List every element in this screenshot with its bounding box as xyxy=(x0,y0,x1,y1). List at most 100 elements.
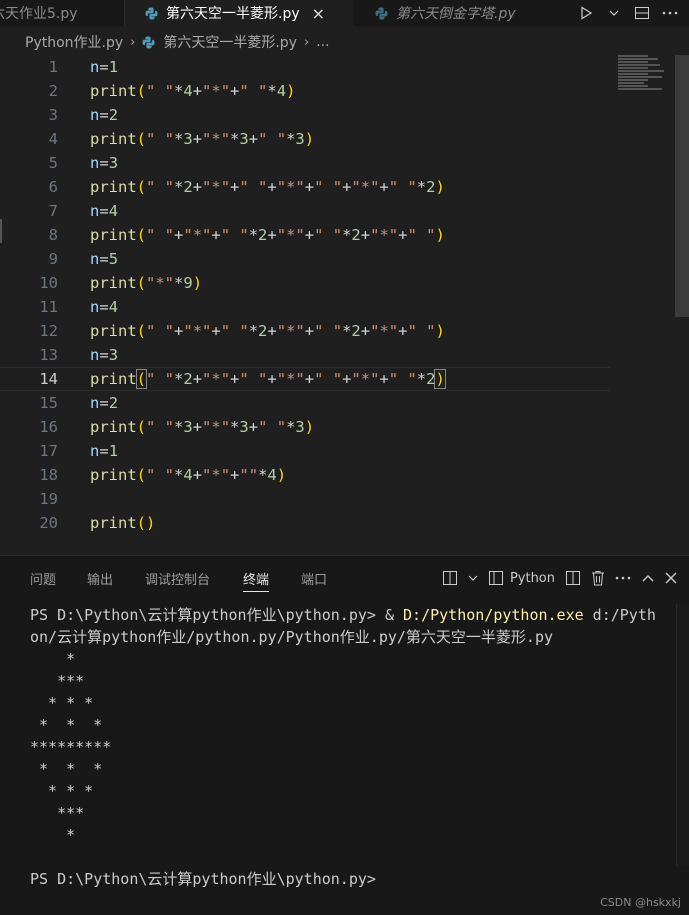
code-line: 3 n=2 xyxy=(0,103,610,127)
run-icon[interactable] xyxy=(577,4,595,22)
terminal-line: * * * xyxy=(30,716,103,734)
code-line: 6 print(" "*2+"*"+" "+"*"+" "+"*"+" "*2) xyxy=(0,175,610,199)
code-line: 4 print(" "*3+"*"*3+" "*3) xyxy=(0,127,610,151)
code-text: print(" "+"*"+" "*2+"*"+" "*2+"*"+" ") xyxy=(90,226,445,244)
chevron-down-icon[interactable] xyxy=(468,566,478,590)
code-line: 15 n=2 xyxy=(0,391,610,415)
tab-ports[interactable]: 端口 xyxy=(301,569,327,588)
maximize-panel-icon[interactable] xyxy=(641,566,655,590)
terminal-output[interactable]: PS D:\Python\云计算python作业\python.py> & D:… xyxy=(30,604,670,890)
split-editor-icon[interactable] xyxy=(633,4,651,22)
line-number: 8 xyxy=(48,226,58,244)
scrollbar-thumb[interactable] xyxy=(675,55,689,317)
close-icon[interactable]: × xyxy=(312,4,325,23)
line-number: 10 xyxy=(39,274,58,292)
code-line: 12 print(" "+"*"+" "*2+"*"+" "*2+"*"+" ") xyxy=(0,319,610,343)
line-number: 11 xyxy=(39,298,58,316)
minimap[interactable] xyxy=(618,55,666,95)
trash-icon[interactable] xyxy=(591,566,605,590)
line-number: 20 xyxy=(39,514,58,532)
breadcrumb-folder[interactable]: Python作业.py xyxy=(25,32,123,52)
line-number: 9 xyxy=(48,250,58,268)
terminal-line: PS D:\Python\云计算python作业\python.py> & D:… xyxy=(30,604,670,626)
terminal-line: * * * xyxy=(30,782,94,800)
close-panel-icon[interactable] xyxy=(665,566,677,590)
line-number: 5 xyxy=(48,154,58,172)
python-file-icon xyxy=(145,7,158,20)
line-number: 16 xyxy=(39,418,58,436)
code-text: n=1 xyxy=(90,58,119,76)
code-line: 2 print(" "*4+"*"+" "*4) xyxy=(0,79,610,103)
line-number: 14 xyxy=(39,370,58,388)
terminal-line: * * * xyxy=(30,694,94,712)
code-line: 19 xyxy=(0,487,610,511)
tab-terminal[interactable]: 终端 xyxy=(243,569,270,592)
code-text: n=1 xyxy=(90,442,119,460)
terminal-scrollbar[interactable] xyxy=(676,604,689,884)
scrollbar-thumb[interactable] xyxy=(676,604,689,866)
code-line-active: 14 print(" "*2+"*"+" "+"*"+" "+"*"+" "*2) xyxy=(0,367,610,391)
code-text: n=2 xyxy=(90,394,119,412)
editor-scrollbar[interactable] xyxy=(675,55,689,553)
tab-debug-console[interactable]: 调试控制台 xyxy=(145,569,210,588)
panel-actions: Python xyxy=(442,566,677,590)
code-line: 16 print(" "*3+"*"*3+" "*3) xyxy=(0,415,610,439)
watermark: CSDN @hskxkj xyxy=(600,896,681,909)
code-text: n=3 xyxy=(90,346,119,364)
tab-half-diamond[interactable]: 第六天空一半菱形.py × xyxy=(125,0,353,26)
code-line: 10 print("*"*9) xyxy=(0,271,610,295)
line-number: 15 xyxy=(39,394,58,412)
code-text: n=4 xyxy=(90,298,119,316)
more-actions-icon[interactable] xyxy=(661,4,679,22)
code-line: 20 print() xyxy=(0,511,610,535)
code-text: print() xyxy=(90,514,156,532)
breadcrumb-more[interactable]: ... xyxy=(316,34,329,50)
tab-day6-homework5[interactable]: 六天作业5.py xyxy=(0,0,125,26)
terminal-command: d:/Pyth xyxy=(583,606,656,624)
tab-label: 第六天空一半菱形.py xyxy=(166,6,300,22)
tab-inverted-pyramid[interactable]: 第六天倒金字塔.py xyxy=(355,0,555,26)
code-text: print("*"*9) xyxy=(90,274,203,292)
code-line: 18 print(" "*4+"*"+""*4) xyxy=(0,463,610,487)
code-line: 1 n=1 xyxy=(0,55,610,79)
code-text: print(" "*4+"*"+""*4) xyxy=(90,466,287,484)
split-terminal-icon[interactable] xyxy=(565,566,581,590)
tab-label: 六天作业5.py xyxy=(0,6,78,22)
terminal-line: ********* xyxy=(30,738,112,756)
panel-tabs: 问题 输出 调试控制台 终端 端口 Python xyxy=(0,556,689,600)
tab-problems[interactable]: 问题 xyxy=(30,569,56,588)
code-text: print(" "*2+"*"+" "+"*"+" "+"*"+" "*2) xyxy=(90,178,445,196)
new-terminal-split-icon[interactable] xyxy=(442,566,458,590)
line-number: 2 xyxy=(48,82,58,100)
code-text: n=5 xyxy=(90,250,119,268)
breadcrumb: Python作业.py › 第六天空一半菱形.py › ... xyxy=(0,30,689,54)
terminal-line: * * * xyxy=(30,760,103,778)
terminal-panel-icon xyxy=(488,571,503,585)
code-text: print(" "*3+"*"*3+" "*3) xyxy=(90,130,315,148)
chevron-down-icon[interactable] xyxy=(605,4,623,22)
code-text: print(" "*2+"*"+" "+"*"+" "+"*"+" "*2) xyxy=(90,369,446,389)
chevron-right-icon: › xyxy=(130,34,136,50)
chevron-right-icon: › xyxy=(303,34,310,50)
terminal-line: *** xyxy=(30,804,85,822)
code-line: 11 n=4 xyxy=(0,295,610,319)
line-number: 7 xyxy=(48,202,58,220)
line-number: 13 xyxy=(39,346,58,364)
code-editor[interactable]: 1 n=1 2 print(" "*4+"*"+" "*4) 3 n=2 4 print… xyxy=(0,55,689,553)
breadcrumb-file[interactable]: 第六天空一半菱形.py xyxy=(163,32,297,52)
terminal-profile[interactable]: Python xyxy=(488,566,555,590)
more-actions-icon[interactable] xyxy=(615,566,631,590)
terminal-line: on/云计算python作业/python.py/Python作业.py/第六天… xyxy=(30,628,554,646)
code-text: print(" "+"*"+" "*2+"*"+" "*2+"*"+" ") xyxy=(90,322,445,340)
terminal-line: *** xyxy=(30,672,85,690)
line-number: 3 xyxy=(48,106,58,124)
editor-actions xyxy=(577,0,689,26)
terminal-line: * xyxy=(30,650,76,668)
python-file-icon xyxy=(375,7,388,20)
tab-output[interactable]: 输出 xyxy=(87,569,113,588)
editor-tab-bar: 六天作业5.py 第六天空一半菱形.py × 第六天倒金字塔.py xyxy=(0,0,689,26)
line-number: 6 xyxy=(48,178,58,196)
bottom-panel: 问题 输出 调试控制台 终端 端口 Python PS D:\Python\云计… xyxy=(0,555,689,915)
line-number: 17 xyxy=(39,442,58,460)
